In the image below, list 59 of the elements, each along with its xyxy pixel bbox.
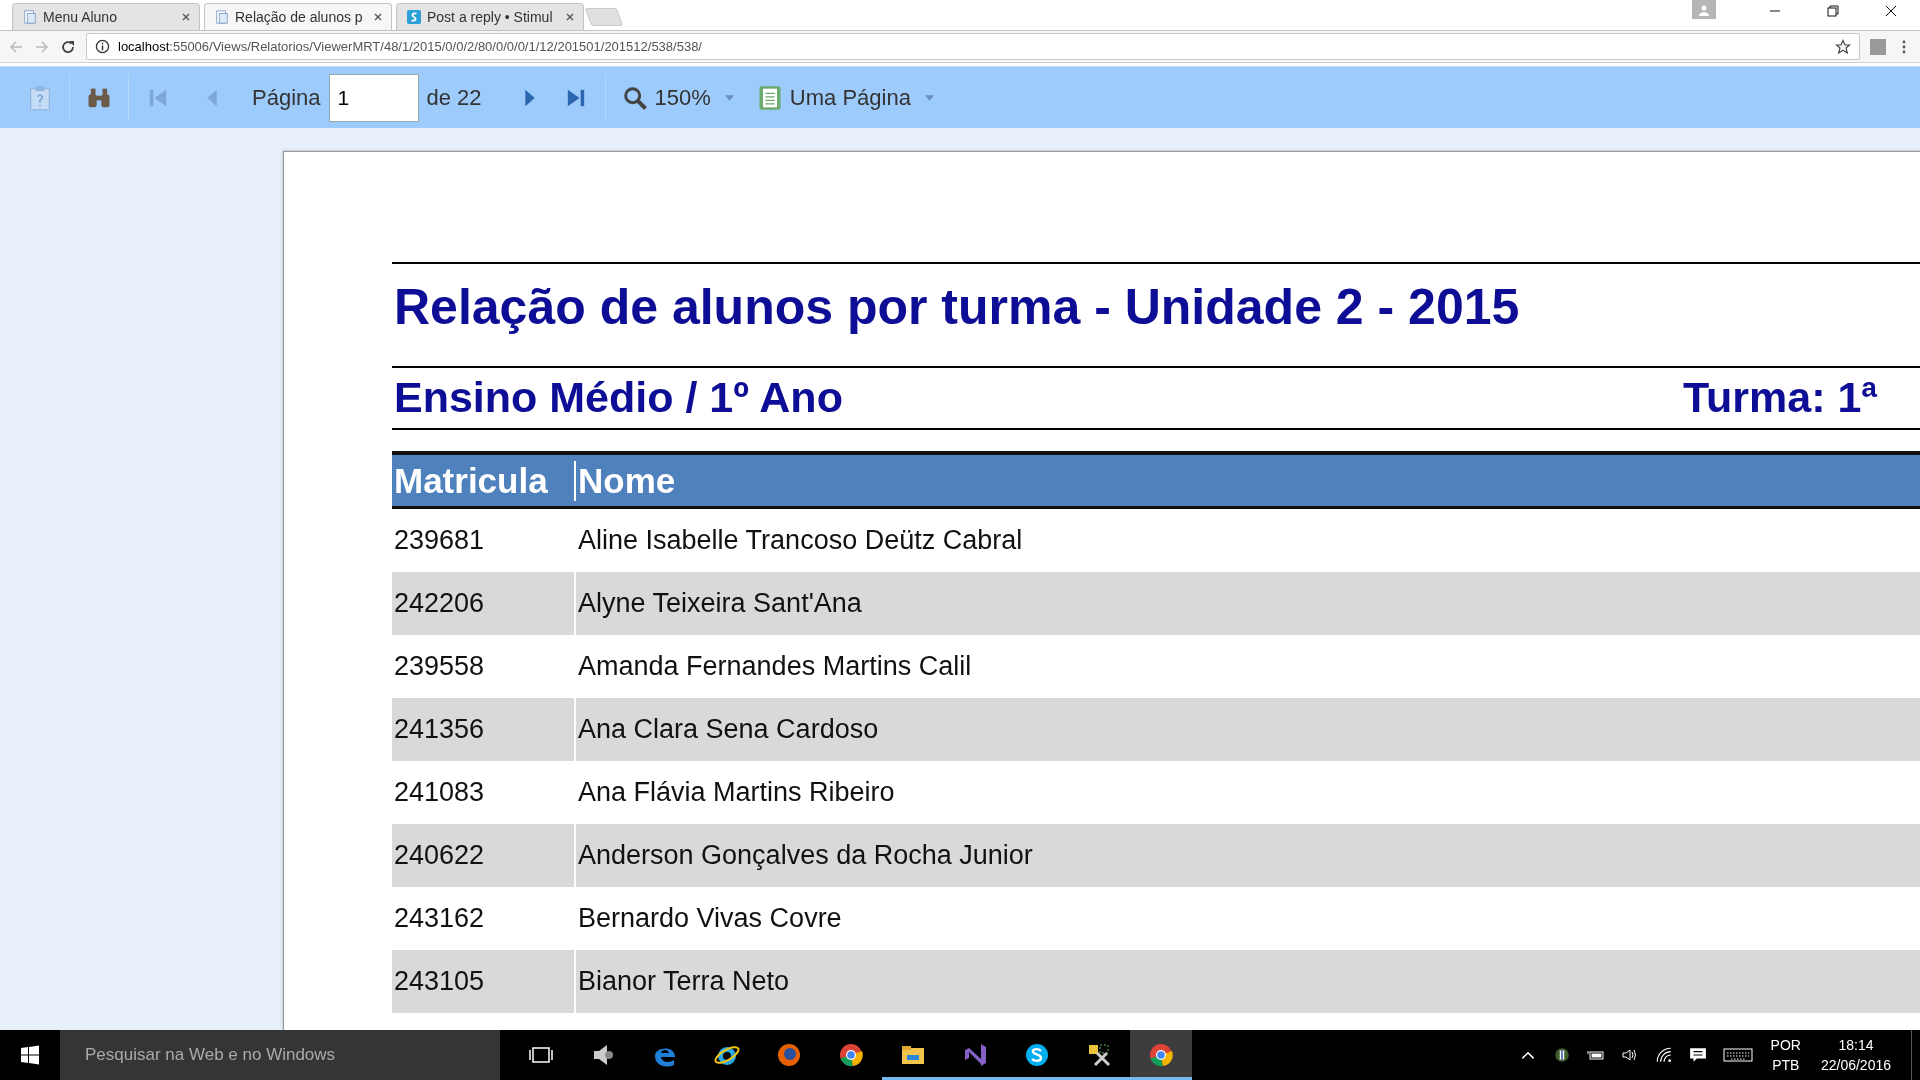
language-indicator[interactable]: PTB — [1772, 1055, 1800, 1075]
table-cell-text: Ana Clara Sena Cardoso — [577, 713, 879, 746]
person-icon — [1698, 3, 1710, 16]
clock-time[interactable]: 18:14 — [1838, 1035, 1874, 1055]
document-icon — [215, 10, 229, 24]
restore-icon[interactable] — [1827, 4, 1839, 17]
chrome-browser-icon — [1147, 1041, 1175, 1069]
keyboard-icon[interactable] — [1722, 1046, 1753, 1064]
chrome-browser-icon — [837, 1041, 865, 1069]
tab-title: Post a reply • Stimul — [427, 9, 554, 25]
taskbar-app[interactable] — [1130, 1030, 1192, 1080]
page-label: Página — [252, 84, 321, 111]
table-cell-text: Aline Isabelle Trancoso Deütz Cabral — [577, 524, 1023, 557]
page-number-field[interactable]: 1 — [328, 73, 419, 122]
course-heading: Ensino Médio / 1º Ano — [394, 373, 843, 422]
shield-icon[interactable] — [1552, 1046, 1571, 1064]
table-cell: 242206 — [392, 572, 576, 635]
table-cell-text: Anderson Gonçalves da Rocha Junior — [577, 839, 1033, 872]
view-mode-dropdown[interactable]: Uma Página — [755, 83, 934, 112]
s-logo-icon — [407, 10, 421, 24]
table-cell: 240622 — [392, 824, 576, 887]
column-header: Matricula — [392, 460, 576, 501]
search-field[interactable]: Pesquisar na Web e no Windows — [60, 1030, 500, 1080]
windows-start-icon[interactable] — [20, 1045, 40, 1065]
notification-icon[interactable] — [1688, 1046, 1707, 1064]
table-cell-text: Alyne Teixeira Sant'Ana — [577, 587, 862, 620]
class-heading: Turma: 1ª — [1682, 373, 1878, 422]
table-cell: 241356 — [392, 698, 576, 761]
caret-icon — [724, 94, 734, 101]
tab-title: Menu Aluno — [43, 9, 118, 25]
language-indicator[interactable]: POR — [1770, 1035, 1801, 1055]
url-text: localhost:55006/Views/Relatorios/ViewerMRT/48/1/2015/0/0/2/80/0/0/0/1/12/201501/201512/538/538/ — [118, 39, 702, 54]
document-icon — [23, 10, 37, 24]
s-logo-icon — [1023, 1041, 1051, 1069]
address-field[interactable]: localhost:55006/Views/Relatorios/ViewerMRT/48/1/2015/0/0/2/80/0/0/0/1/12/201501/201512/538/538/ — [86, 33, 1860, 60]
browser-tab[interactable]: Menu Aluno — [12, 3, 200, 30]
caret-icon — [924, 94, 934, 101]
menu-icon[interactable] — [1902, 38, 1906, 55]
table-cell-text: Bianor Terra Neto — [577, 965, 790, 998]
table-cell-text: Amanda Fernandes Martins Calil — [577, 650, 972, 683]
table-cell-text: Ana Flávia Martins Ribeiro — [577, 776, 895, 809]
table-cell: 243105 — [392, 950, 576, 1013]
wifi-icon[interactable] — [1654, 1046, 1673, 1064]
report-title: Relação de alunos por turma - Unidade 2 - 2015 — [393, 278, 1521, 337]
close-icon[interactable] — [1885, 4, 1897, 17]
star-icon[interactable] — [1835, 38, 1851, 55]
close-icon[interactable] — [373, 12, 383, 22]
page-count: de 22 — [426, 84, 482, 111]
column-header: Nome — [577, 460, 676, 501]
volume-icon[interactable] — [1620, 1046, 1639, 1064]
zoom-dropdown[interactable]: 150% — [620, 83, 734, 112]
info-icon — [95, 39, 110, 54]
table-cell-text: Bernardo Vivas Covre — [577, 902, 842, 935]
extension-icon[interactable] — [1870, 38, 1886, 55]
browser-tab[interactable]: Relação de alunos p — [204, 3, 392, 30]
clock-date[interactable]: 22/06/2016 — [1820, 1055, 1891, 1075]
reload-icon[interactable] — [60, 38, 76, 55]
tab-title: Relação de alunos p — [235, 9, 364, 25]
browser-tab[interactable]: Post a reply • Stimul — [396, 3, 584, 30]
